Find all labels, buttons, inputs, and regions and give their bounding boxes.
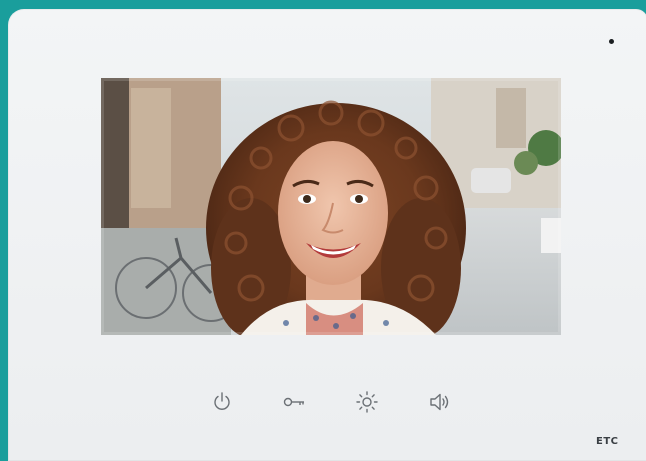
power-icon (214, 392, 230, 410)
camera-dot (609, 39, 614, 44)
unlock-button[interactable] (281, 389, 307, 415)
brightness-button[interactable] (354, 389, 380, 415)
speaker-icon (430, 393, 449, 411)
sun-icon (356, 391, 378, 413)
key-icon (283, 397, 304, 407)
caller-video-image (101, 78, 561, 335)
volume-button[interactable] (427, 389, 453, 415)
intercom-panel: ETC (8, 9, 646, 461)
power-button[interactable] (209, 389, 235, 415)
brand-logo: ETC (596, 436, 619, 447)
video-screen (101, 78, 561, 335)
